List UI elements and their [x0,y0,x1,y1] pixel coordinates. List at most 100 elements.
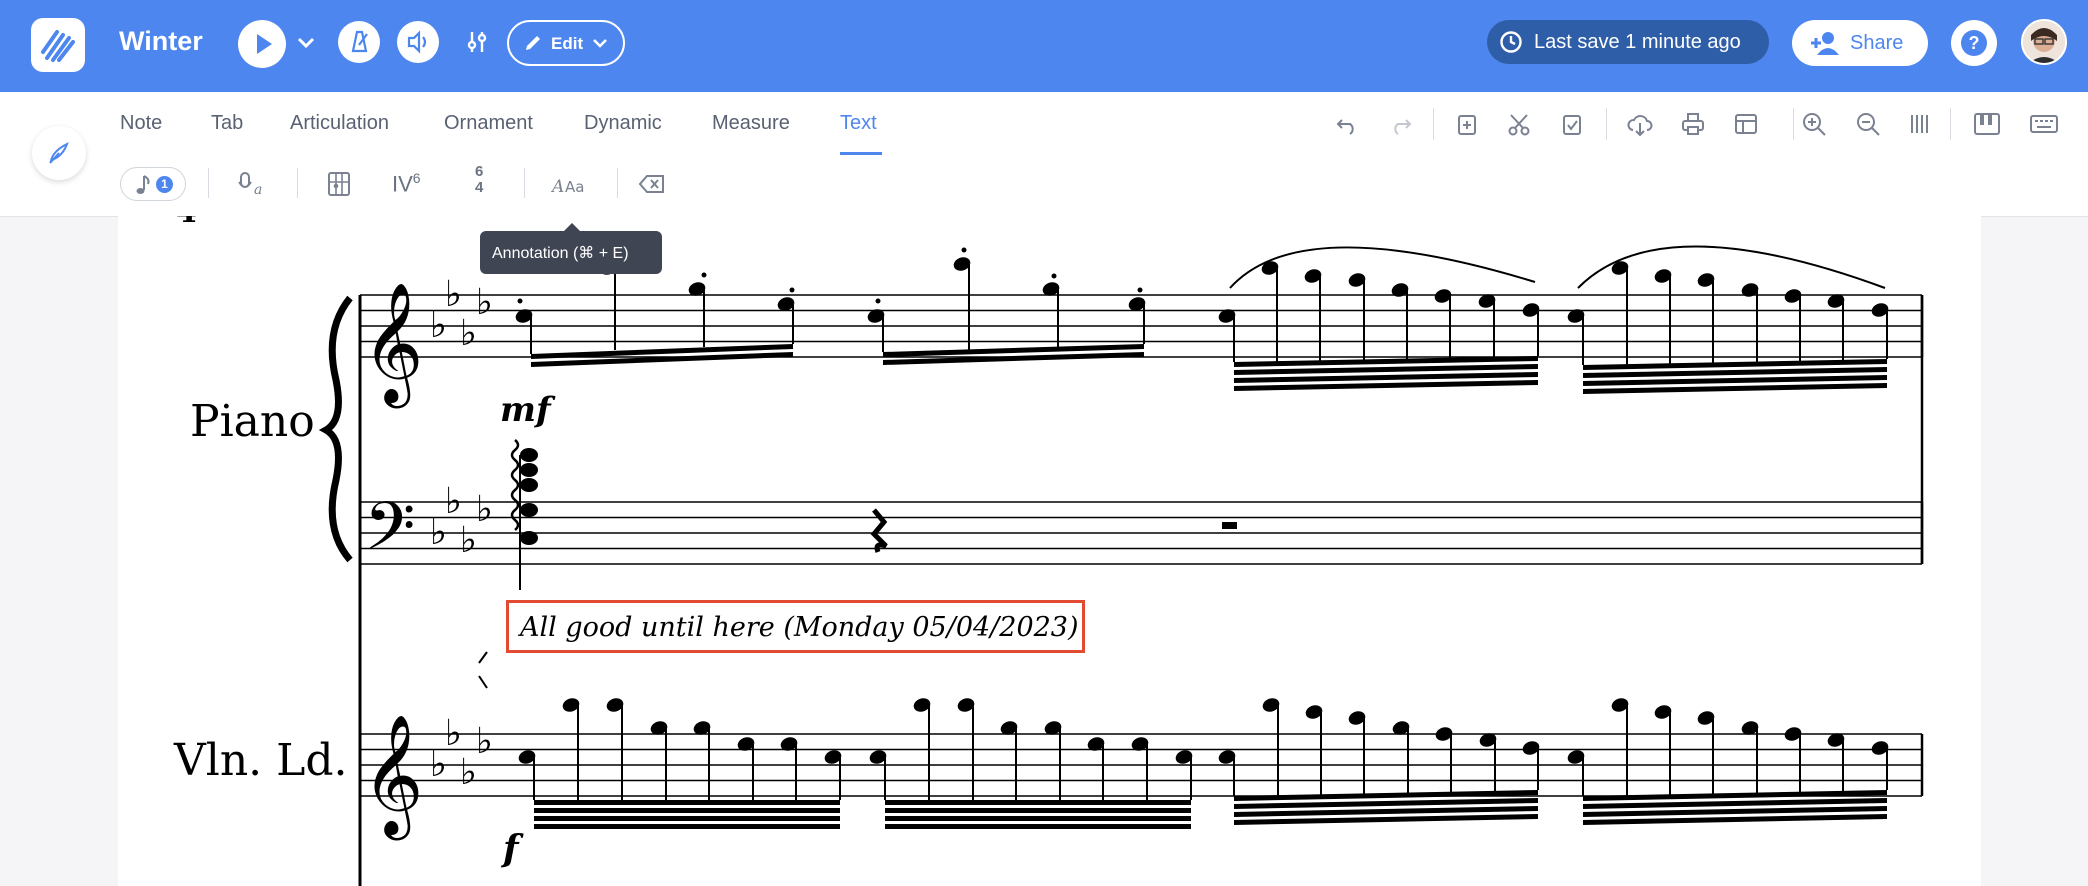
speaker-icon [407,30,427,54]
tab-measure[interactable]: Measure [712,112,790,135]
instrument-name-violin[interactable]: Vln. Ld. [174,735,348,786]
beam [885,816,1191,821]
flat-icon: ♭ [445,274,462,315]
edit-mode-button[interactable]: Edit [507,20,625,66]
paste-icon[interactable] [1558,110,1586,138]
avatar[interactable] [2021,19,2067,65]
treble-clef-icon: 𝄞 [362,281,423,408]
cloud-download-icon[interactable] [1626,110,1654,138]
chevron-down-icon[interactable] [296,33,316,53]
play-button[interactable] [238,20,286,68]
lyrics-icon[interactable]: a [237,170,271,198]
dynamic-mf[interactable]: mf [500,390,551,430]
figured-bass-icon[interactable]: 64 [475,164,483,196]
score-title[interactable]: Winter [119,26,203,57]
edit-label: Edit [551,34,584,53]
staccato-dot [875,298,881,304]
annotation-box[interactable]: All good until here (Monday 05/04/2023) [506,600,1085,653]
toolbar-divider [1950,108,1951,140]
flat-icon: ♭ [460,752,477,793]
top-bar: Winter Edit Last save 1 minute ago Share… [0,0,2088,92]
svg-text:Aa: Aa [565,178,584,196]
dynamic-f[interactable]: f [503,828,519,870]
delete-text-icon[interactable] [638,171,668,197]
chevron-down-icon [593,39,607,48]
pencil-icon [526,36,540,50]
tab-ornament[interactable]: Ornament [444,112,533,135]
zoom-in-icon[interactable] [1800,110,1828,138]
annotation-tooltip: Annotation (⌘ + E) [480,223,662,274]
roman-numeral-text: IV [392,171,413,197]
main-toolbar: Note Tab Articulation Ornament Dynamic M… [0,92,2088,156]
subtoolbar-divider [297,168,298,198]
voice-count-badge: 1 [156,176,173,193]
text-subtoolbar [0,156,2088,217]
staccato-dot [1137,287,1143,293]
staccato-dot [701,272,707,278]
roman-numeral-icon[interactable]: IV6 [392,170,421,197]
subtoolbar-divider [617,168,618,198]
beam [534,800,840,805]
beam [534,816,840,821]
treble-clef-icon: 𝄞 [362,713,423,840]
share-label: Share [1850,32,1904,54]
clock-icon [1500,31,1522,53]
instrument-name-piano[interactable]: Piano [190,396,315,447]
help-button[interactable]: ? [1951,20,1997,66]
caesura-mark [478,651,488,664]
half-rest-icon [1222,522,1237,529]
annotation-icon[interactable]: A Aa [551,170,589,198]
share-button[interactable]: Share [1792,20,1928,66]
beam [534,824,840,829]
copy-icon[interactable] [1453,110,1481,138]
voice-selector[interactable]: 1 [120,167,186,201]
layout-icon[interactable] [1732,110,1760,138]
flat-icon: ♭ [460,520,477,561]
logo-icon [41,30,75,62]
flat-icon: ♭ [476,282,493,323]
pen-mode-button[interactable] [32,126,86,180]
sound-button[interactable] [397,21,439,63]
tab-articulation[interactable]: Articulation [290,112,389,135]
metronome-button[interactable] [338,21,380,63]
bass-clef-icon: 𝄢 [364,488,415,581]
toolbar-divider [1606,108,1607,140]
arpeggio-chord [510,439,538,590]
svg-text:a: a [254,182,262,198]
staccato-dot [517,298,523,304]
subtoolbar-divider [208,168,209,198]
tooltip-text: Annotation (⌘ + E) [492,245,629,262]
tab-tab[interactable]: Tab [211,112,243,135]
chord-grid-icon[interactable] [325,170,353,198]
tab-dynamic[interactable]: Dynamic [584,112,662,135]
print-icon[interactable] [1679,110,1707,138]
save-status[interactable]: Last save 1 minute ago [1487,20,1769,64]
tooltip-arrow [564,223,580,231]
play-icon [257,34,272,54]
toolbar-divider [1793,108,1794,140]
score-canvas[interactable]: 4 𝄞 𝄢 𝄞 ♭♭♭♭♭♭♭♭♭♭♭♭ [118,216,1981,886]
annotation-text: All good until here (Monday 05/04/2023) [520,612,1079,643]
staccato-dot [1051,273,1057,279]
caesura-mark [478,675,488,689]
subtoolbar-divider [524,168,525,198]
columns-icon[interactable] [1906,110,1934,138]
mixer-icon[interactable] [464,29,490,55]
figured-bottom: 4 [475,179,484,196]
piano-icon[interactable] [1972,110,2002,138]
keyboard-icon[interactable] [2028,110,2060,138]
redo-icon[interactable] [1386,110,1414,138]
notation-svg[interactable]: 4 𝄞 𝄢 𝄞 ♭♭♭♭♭♭♭♭♭♭♭♭ [118,216,1981,886]
help-icon: ? [1961,30,1987,56]
tab-text[interactable]: Text [840,112,877,135]
quarter-rest-icon [870,508,888,553]
beam [885,800,1191,805]
save-status-text: Last save 1 minute ago [1534,31,1741,53]
quill-icon [49,141,69,164]
cut-icon[interactable] [1505,110,1533,138]
note-icon [136,175,150,194]
app-logo[interactable] [31,18,85,72]
undo-icon[interactable] [1334,110,1362,138]
tab-note[interactable]: Note [120,112,162,135]
zoom-out-icon[interactable] [1854,110,1882,138]
